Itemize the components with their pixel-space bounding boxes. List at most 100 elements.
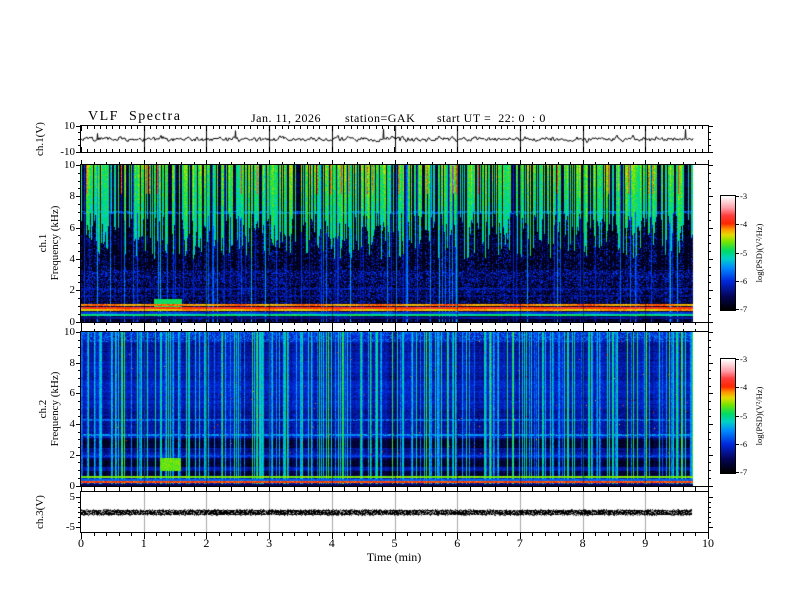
tick-mark	[736, 281, 739, 282]
tick-mark	[709, 152, 713, 153]
tick-mark	[457, 160, 458, 164]
tick-mark	[670, 329, 671, 331]
tick-mark	[194, 489, 195, 491]
tick-mark	[369, 162, 370, 164]
station-label: station=GAK	[345, 111, 416, 125]
tick-mark	[709, 522, 711, 523]
tick-mark	[709, 355, 711, 356]
tick-mark	[369, 149, 370, 152]
tick-mark	[683, 323, 684, 325]
tick-mark	[382, 533, 383, 536]
tick-mark	[420, 126, 421, 129]
tick-mark	[78, 522, 80, 523]
tick-mark	[709, 462, 711, 463]
tick-mark	[670, 162, 671, 164]
tick-mark	[532, 489, 533, 491]
tick-mark	[78, 228, 80, 229]
tick-mark	[489, 149, 490, 152]
ch2-colorbar-canvas	[721, 359, 735, 473]
tick-mark	[457, 327, 458, 331]
tick-mark	[269, 160, 270, 164]
tick-mark	[709, 332, 711, 333]
tick-mark	[156, 533, 157, 536]
tick-mark	[709, 204, 711, 205]
tick-mark	[709, 220, 711, 221]
tick-mark	[420, 323, 421, 325]
tick-mark	[344, 329, 345, 331]
tick-mark	[482, 149, 483, 152]
tick-mark	[156, 149, 157, 152]
tick-mark	[601, 149, 602, 152]
tick-mark	[401, 149, 402, 152]
tick-mark	[608, 533, 609, 536]
tick-mark	[78, 386, 80, 387]
tick-mark	[558, 489, 559, 491]
tick-mark	[194, 149, 195, 152]
tick-mark	[658, 329, 659, 331]
tick-mark	[206, 147, 207, 152]
tick-mark	[420, 489, 421, 491]
tick-mark	[78, 275, 80, 276]
tick-mark	[709, 290, 711, 291]
tick-mark	[683, 149, 684, 152]
tick-mark	[709, 478, 711, 479]
tick-mark	[257, 162, 258, 164]
tick-mark	[194, 533, 195, 536]
tick-mark	[231, 323, 232, 325]
tick-mark	[514, 149, 515, 152]
tick-mark	[213, 126, 214, 129]
tick-mark	[244, 533, 245, 536]
tick-mark	[709, 455, 711, 456]
tick-mark	[263, 126, 264, 129]
tick-mark	[395, 487, 396, 491]
tick-mark	[507, 329, 508, 331]
tick-mark	[558, 126, 559, 129]
tick-mark	[495, 149, 496, 152]
tick-mark	[608, 149, 609, 152]
tick-mark	[244, 126, 245, 129]
tick-mark	[709, 340, 711, 341]
tick-mark	[131, 126, 132, 129]
tick-mark	[545, 533, 546, 536]
tick-mark	[558, 149, 559, 152]
tick-mark	[532, 162, 533, 164]
tick-mark	[194, 162, 195, 164]
tick-mark	[708, 160, 709, 164]
tick-mark	[78, 220, 80, 221]
tick-mark	[595, 323, 596, 325]
tick-mark	[420, 329, 421, 331]
tick-mark	[382, 323, 383, 325]
tick-mark	[78, 370, 80, 371]
tick-mark	[78, 306, 80, 307]
tick-mark	[652, 149, 653, 152]
ch2-axis-label-line1: ch.2	[37, 399, 49, 419]
tick-mark	[708, 487, 709, 491]
tick-mark	[545, 489, 546, 491]
tick-mark	[576, 149, 577, 152]
tick-mark	[78, 470, 80, 471]
tick-mark	[363, 126, 364, 129]
tick-mark	[520, 327, 521, 331]
tick-mark	[313, 149, 314, 152]
tick-mark	[420, 149, 421, 152]
tick-mark	[100, 126, 101, 129]
tick-mark	[282, 126, 283, 129]
tick-mark	[100, 149, 101, 152]
tick-mark	[445, 126, 446, 129]
tick-mark	[709, 497, 713, 498]
tick-mark	[558, 329, 559, 331]
tick-mark	[476, 149, 477, 152]
tick-mark	[344, 533, 345, 536]
tick-mark	[78, 243, 80, 244]
tick-mark	[344, 162, 345, 164]
tick-mark	[394, 126, 395, 131]
tick-mark	[181, 329, 182, 331]
tick-mark	[709, 409, 711, 410]
tick-mark	[307, 162, 308, 164]
tick-mark	[570, 489, 571, 491]
tick-mark	[156, 329, 157, 331]
ch3-ytick-label: -5	[65, 521, 75, 533]
tick-mark	[709, 282, 711, 283]
tick-mark	[664, 126, 665, 129]
tick-mark	[344, 489, 345, 491]
